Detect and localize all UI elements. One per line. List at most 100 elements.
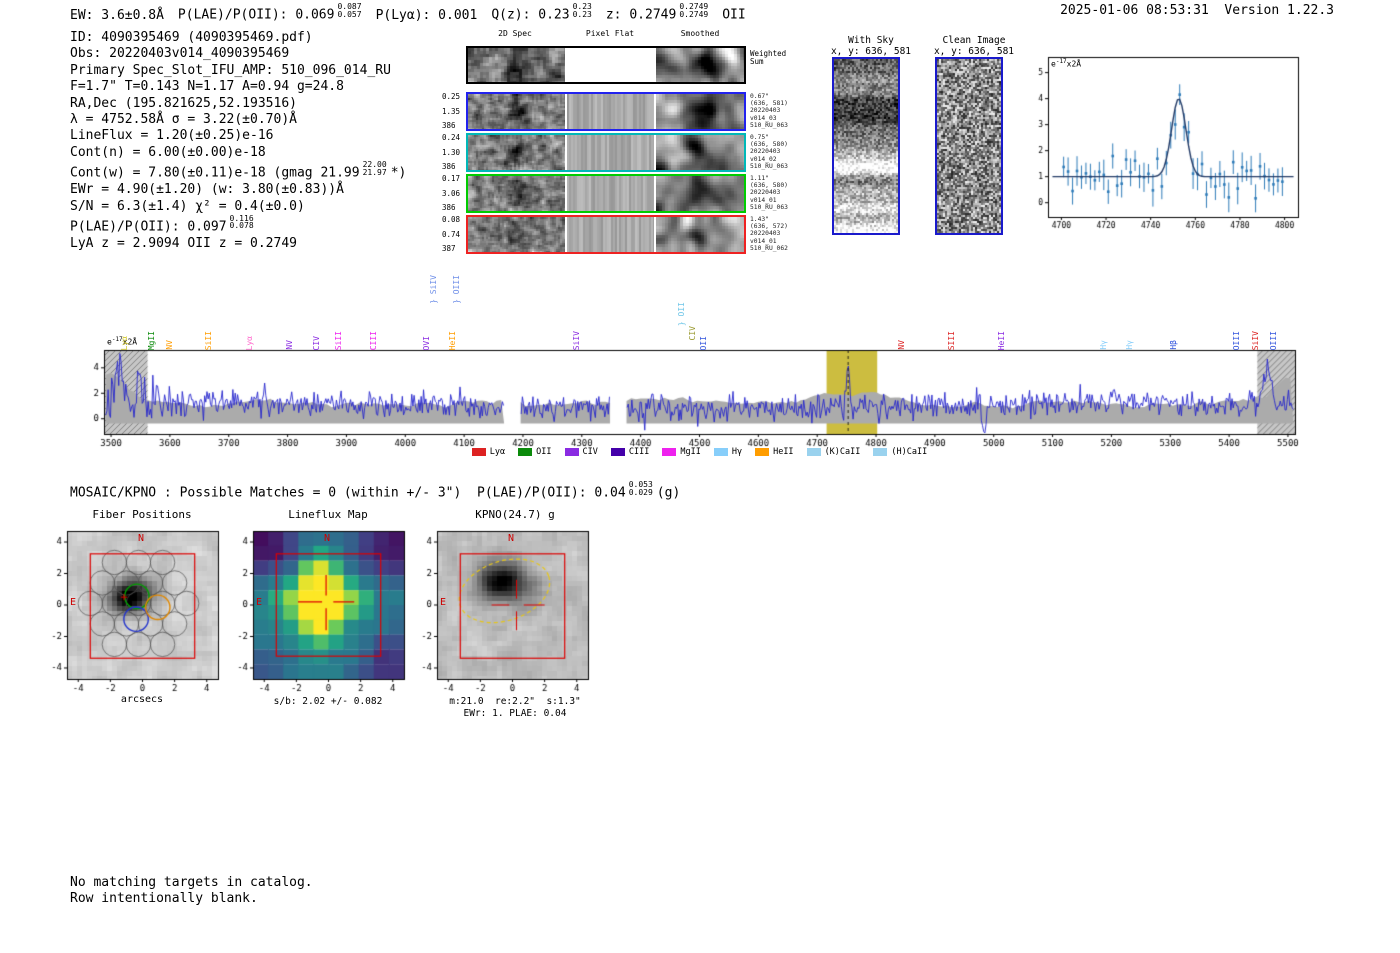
legend-item: CIV: [564, 447, 598, 457]
fiber-row: [466, 133, 746, 172]
mosaic-match-line: MOSAIC/KPNO : Possible Matches = 0 (with…: [70, 481, 680, 501]
fiber-weight: 0.17: [442, 174, 461, 183]
main-ylabel-suffix: x2Å: [122, 337, 138, 347]
kpno-caption-1: m:21.0 re:2.2" s:1.3": [449, 696, 581, 707]
legend-label: (K)CaII: [824, 447, 861, 457]
fiber-annotation-line: 510_RU_063: [750, 162, 788, 170]
plae-poii-text: P(LAE)/P(OII): 0.097: [70, 219, 227, 235]
detection-info-block: ID: 4090395469 (4090395469.pdf) Obs: 202…: [70, 30, 406, 252]
fiber-weight: 386: [442, 121, 456, 130]
fiber-annotation-line: v014_02: [750, 155, 777, 163]
fiber-weights: 0.24 1.30 386: [442, 134, 464, 171]
sn-chi2: S/N = 6.3(±1.4) χ² = 0.4(±0.0): [70, 198, 305, 214]
fiber-row: [466, 174, 746, 213]
main-ylabel-exp: -17: [111, 336, 123, 343]
fiber-2dspec-image: [468, 94, 565, 129]
legend-item: (H)CaII: [873, 447, 927, 457]
lineflux-map-title: Lineflux Map: [288, 508, 368, 521]
with-sky-image: [834, 59, 898, 233]
legend-swatch: [610, 448, 625, 456]
mosaic-match-text: MOSAIC/KPNO : Possible Matches = 0 (with…: [70, 485, 626, 501]
fiber-annotation: 0.75" (636, 580) 20220403 v014_02 510_RU_063: [750, 134, 812, 170]
equivalent-width: EWr = 4.90(±1.20) (w: 3.80(±0.83))Å: [70, 182, 344, 198]
fiber-weight: 386: [442, 162, 456, 171]
fiber-weight: 0.74: [442, 229, 461, 239]
z-classification: OII: [722, 7, 746, 23]
candidate-redshifts: LyA z = 2.9094 OII z = 0.2749: [70, 235, 297, 251]
fiber-annotation-line: 510_RU_062: [750, 244, 788, 252]
fiber-annotation: 1.11" (636, 580) 20220403 v014_01 510_RU_063: [750, 175, 812, 211]
col-header-pixelflat: Pixel Flat: [585, 29, 635, 38]
ra-dec: RA,Dec (195.821625,52.193516): [70, 95, 297, 111]
fiber-annotation-line: 20220403: [750, 148, 781, 156]
mosaic-band: (g): [656, 485, 681, 501]
legend-swatch: [471, 448, 486, 456]
kpno-east-label: E: [440, 597, 447, 608]
weighted-smoothed-image: [656, 48, 744, 82]
fiber-annotation-line: (636, 572): [750, 223, 788, 231]
fiber-smoothed-image: [656, 135, 744, 170]
line-flux: LineFlux = 1.20(±0.25)e-16: [70, 128, 274, 144]
fiber-row: [466, 92, 746, 131]
lineflux-map-plot: [223, 524, 413, 698]
legend-label: HeII: [773, 447, 794, 457]
spec-slot-ifu-amp: Primary Spec_Slot_IFU_AMP: 510_096_014_R…: [70, 62, 391, 78]
plae-poii-range: 0.116 0.078: [230, 215, 254, 230]
footer-line-1: No matching targets in catalog.: [70, 875, 313, 890]
fiber-row: [466, 215, 746, 254]
plya-value: P(Lyα): 0.001: [375, 7, 478, 23]
spectrum-legend: Lyα OII CIV CIII MgII Hγ HeII (K)CaII (H)CaII: [104, 447, 1295, 457]
legend-swatch: [755, 448, 770, 456]
fiber-smoothed-image: [656, 217, 744, 252]
fiber-weight: 3.06: [442, 188, 461, 198]
zoom-ylabel: e-17x2Å: [1051, 58, 1081, 69]
legend-label: MgII: [680, 447, 701, 457]
with-sky-coords: x, y: 636, 581: [830, 46, 912, 57]
z-value: z: 0.2749: [605, 7, 677, 23]
continuum-w: Cont(w) = 7.80(±0.11)e-18 (gmag 21.99 22.…: [70, 161, 406, 182]
ew-value: EW: 3.6±0.8Å: [70, 7, 164, 23]
fiber-annotation-line: (636, 581): [750, 100, 788, 108]
fiber-annotation-line: (636, 580): [750, 182, 788, 190]
fiber-annotation-line: 20220403: [750, 230, 781, 238]
plae-value: P(LAE)/P(OII): 0.069: [177, 7, 335, 23]
kpno-caption-2: EWr: 1. PLAE: 0.04: [463, 708, 567, 719]
z-lower: 0.2749: [679, 9, 709, 19]
zoom-spectrum-plot: [1030, 51, 1308, 239]
legend-swatch: [518, 448, 533, 456]
legend-item: (K)CaII: [806, 447, 861, 457]
fiber-2dspec-image: [468, 217, 565, 252]
fiber-2dspec-image: [468, 135, 565, 170]
qz-range: 0.23 0.23: [573, 3, 592, 18]
legend-swatch: [713, 448, 728, 456]
plae-poii-lower: 0.078: [229, 221, 254, 231]
fiber-pixelflat-image: [567, 217, 654, 252]
qz-value: Q(z): 0.23: [491, 7, 570, 23]
plae-lower: 0.057: [337, 9, 362, 19]
legend-item: CIII: [610, 447, 649, 457]
fiber-weight: 1.35: [442, 106, 461, 116]
elixer-report-page: EW: 3.6±0.8Å P(LAE)/P(OII): 0.069 0.087 0.0…: [0, 0, 1400, 953]
emission-line-label: } SiIV: [429, 275, 439, 304]
lineflux-east-label: E: [256, 597, 263, 608]
weighted-sum-label: Weighted Sum: [750, 50, 786, 66]
timestamp-version: 2025-01-06 08:53:31 Version 1.22.3: [1060, 3, 1334, 18]
emission-line-label: } OIII: [451, 275, 461, 304]
fiber-weight: 0.25: [442, 92, 461, 101]
fiber-weight: 387: [442, 244, 456, 253]
fiber-positions-title: Fiber Positions: [92, 508, 192, 521]
clean-image: [937, 59, 1001, 233]
fiber-annotation-line: 1.11": [750, 175, 769, 182]
clean-image-coords: x, y: 636, 581: [933, 46, 1015, 57]
header-summary: EW: 3.6±0.8Å P(LAE)/P(OII): 0.069 0.087 0.0…: [70, 3, 746, 23]
with-sky-panel: [832, 57, 900, 235]
qz-lower: 0.23: [572, 9, 592, 19]
with-sky-title: With Sky: [848, 35, 894, 46]
z-range: 0.2749 0.2749: [679, 3, 708, 18]
fiber-annotation-line: 510_RU_063: [750, 203, 788, 211]
observation-id: Obs: 20220403v014_4090395469: [70, 46, 290, 62]
fiber-2dspec-image: [468, 176, 565, 211]
fiber-annotation-line: 510_RU_063: [750, 121, 788, 129]
gmag-range: 22.00 21.97: [363, 161, 387, 176]
fiber-smoothed-image: [656, 176, 744, 211]
